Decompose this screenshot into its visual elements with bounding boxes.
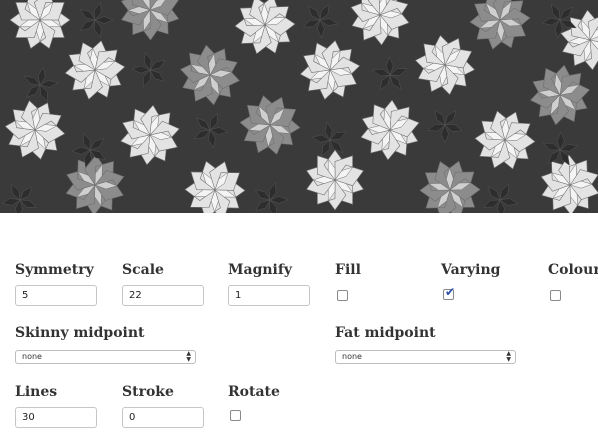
penrose-tiling-canvas xyxy=(0,0,598,213)
lines-label: Lines xyxy=(15,384,58,400)
magnify-label: Magnify xyxy=(228,262,293,278)
symmetry-input[interactable] xyxy=(15,285,97,306)
select-arrows-icon: ▲ ▼ xyxy=(186,350,191,363)
checkmark-icon: ✔ xyxy=(445,285,456,299)
skinny-midpoint-label: Skinny midpoint xyxy=(15,325,145,341)
varying-checkbox[interactable]: ✔ xyxy=(443,285,456,300)
rotate-checkbox[interactable] xyxy=(230,410,241,421)
skinny-midpoint-select[interactable]: none ▲ ▼ xyxy=(15,350,196,364)
rotate-label: Rotate xyxy=(228,384,280,400)
stroke-label: Stroke xyxy=(122,384,174,400)
scale-input[interactable] xyxy=(122,285,204,306)
scale-label: Scale xyxy=(122,262,164,278)
skinny-midpoint-value: none xyxy=(22,352,42,361)
colours-label: Colours xyxy=(548,262,598,278)
fat-midpoint-label: Fat midpoint xyxy=(335,325,436,341)
fill-label: Fill xyxy=(335,262,361,278)
symmetry-label: Symmetry xyxy=(15,262,94,278)
colours-checkbox[interactable] xyxy=(550,290,561,301)
lines-input[interactable] xyxy=(15,407,97,428)
fill-checkbox[interactable] xyxy=(337,290,348,301)
magnify-input[interactable] xyxy=(228,285,310,306)
stroke-input[interactable] xyxy=(122,407,204,428)
varying-label: Varying xyxy=(441,262,501,278)
fat-midpoint-value: none xyxy=(342,352,362,361)
fat-midpoint-select[interactable]: none ▲ ▼ xyxy=(335,350,516,364)
select-arrows-icon: ▲ ▼ xyxy=(506,350,511,363)
